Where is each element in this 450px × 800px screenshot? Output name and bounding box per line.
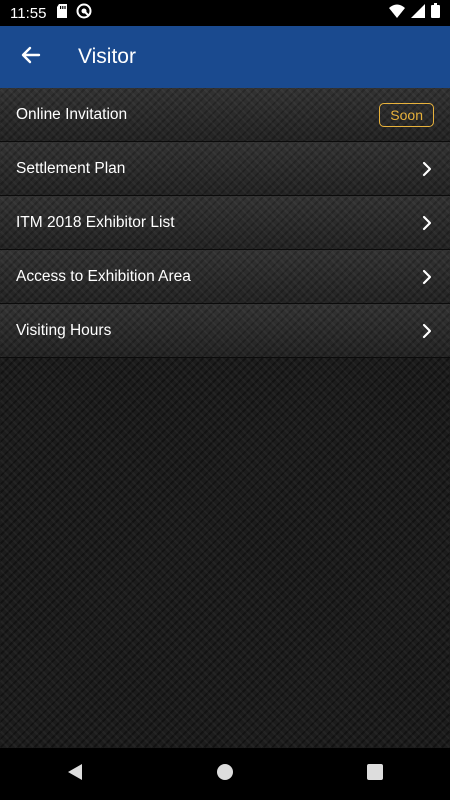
back-triangle-icon	[67, 763, 83, 786]
menu-item-label: Online Invitation	[16, 105, 128, 123]
menu-item-visiting-hours[interactable]: Visiting Hours	[0, 304, 450, 358]
arrow-back-icon	[21, 46, 41, 69]
chevron-right-icon	[420, 160, 434, 178]
status-time: 11:55	[10, 4, 47, 22]
vpn-icon	[76, 3, 92, 24]
battery-icon	[431, 3, 440, 23]
page-title: Visitor	[78, 45, 136, 68]
recents-square-icon	[367, 763, 383, 785]
menu-item-label: ITM 2018 Exhibitor List	[16, 213, 175, 231]
menu-item-settlement-plan[interactable]: Settlement Plan	[0, 142, 450, 196]
back-button[interactable]	[0, 26, 62, 88]
nav-recents-button[interactable]	[345, 754, 405, 794]
app-bar: Visitor	[0, 26, 450, 88]
nav-back-button[interactable]	[45, 754, 105, 794]
menu-item-access-exhibition-area[interactable]: Access to Exhibition Area	[0, 250, 450, 304]
sd-card-icon	[56, 3, 68, 23]
system-nav-bar	[0, 748, 450, 800]
chevron-right-icon	[420, 214, 434, 232]
menu-item-label: Access to Exhibition Area	[16, 267, 191, 285]
chevron-right-icon	[420, 322, 434, 340]
nav-home-button[interactable]	[195, 754, 255, 794]
chevron-right-icon	[420, 268, 434, 286]
menu-item-label: Visiting Hours	[16, 321, 112, 339]
status-bar: 11:55	[0, 0, 450, 26]
signal-icon	[411, 3, 425, 23]
menu-item-label: Settlement Plan	[16, 159, 126, 177]
menu-item-online-invitation[interactable]: Online Invitation Soon	[0, 88, 450, 142]
soon-badge: Soon	[379, 102, 434, 127]
wifi-icon	[389, 4, 405, 23]
menu-list: Online Invitation Soon Settlement Plan I…	[0, 88, 450, 358]
home-circle-icon	[216, 763, 234, 786]
menu-item-exhibitor-list[interactable]: ITM 2018 Exhibitor List	[0, 196, 450, 250]
